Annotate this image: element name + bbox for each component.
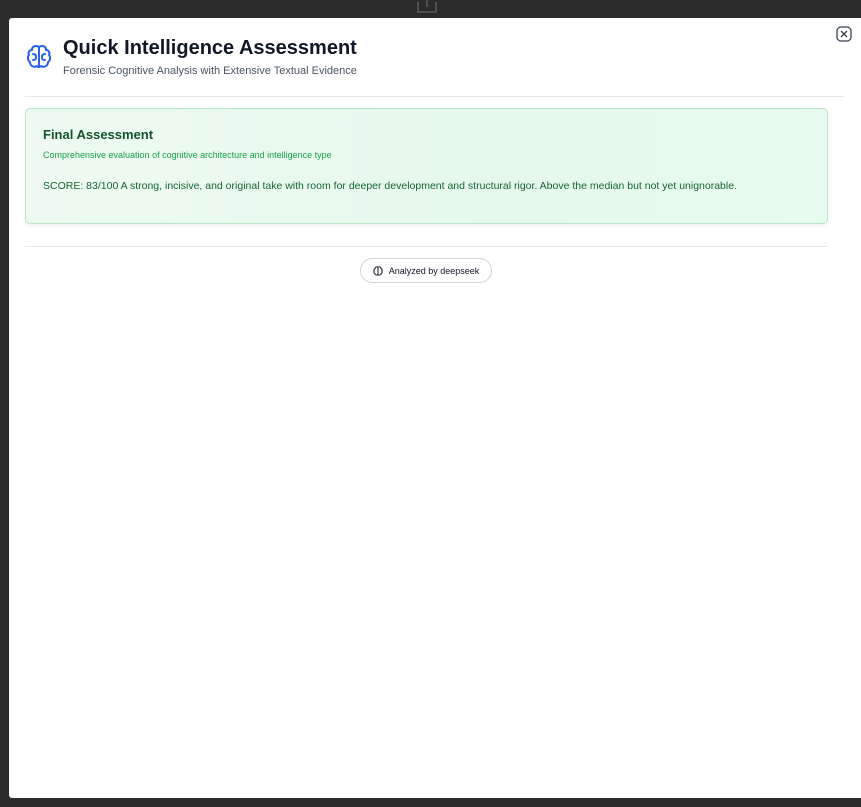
badge-label: Analyzed by deepseek xyxy=(388,265,480,276)
header-divider xyxy=(25,96,844,97)
card-subtitle: Comprehensive evaluation of cognitive ar… xyxy=(43,150,332,160)
page-subtitle: Forensic Cognitive Analysis with Extensi… xyxy=(63,65,357,77)
card-title: Final Assessment xyxy=(43,127,154,142)
assessment-modal: Quick Intelligence Assessment Forensic C… xyxy=(9,18,861,798)
analyzed-by-badge: Analyzed by deepseek xyxy=(360,258,492,283)
page-title: Quick Intelligence Assessment xyxy=(63,37,357,59)
final-assessment-card: Final Assessment Comprehensive evaluatio… xyxy=(25,108,828,224)
brain-icon xyxy=(26,45,52,68)
modal-header: Quick Intelligence Assessment Forensic C… xyxy=(25,36,845,96)
footer-divider xyxy=(25,246,828,247)
brain-icon xyxy=(373,265,383,276)
upload-icon xyxy=(417,0,437,13)
assessment-score-text: SCORE: 83/100 A strong, incisive, and or… xyxy=(43,180,737,192)
